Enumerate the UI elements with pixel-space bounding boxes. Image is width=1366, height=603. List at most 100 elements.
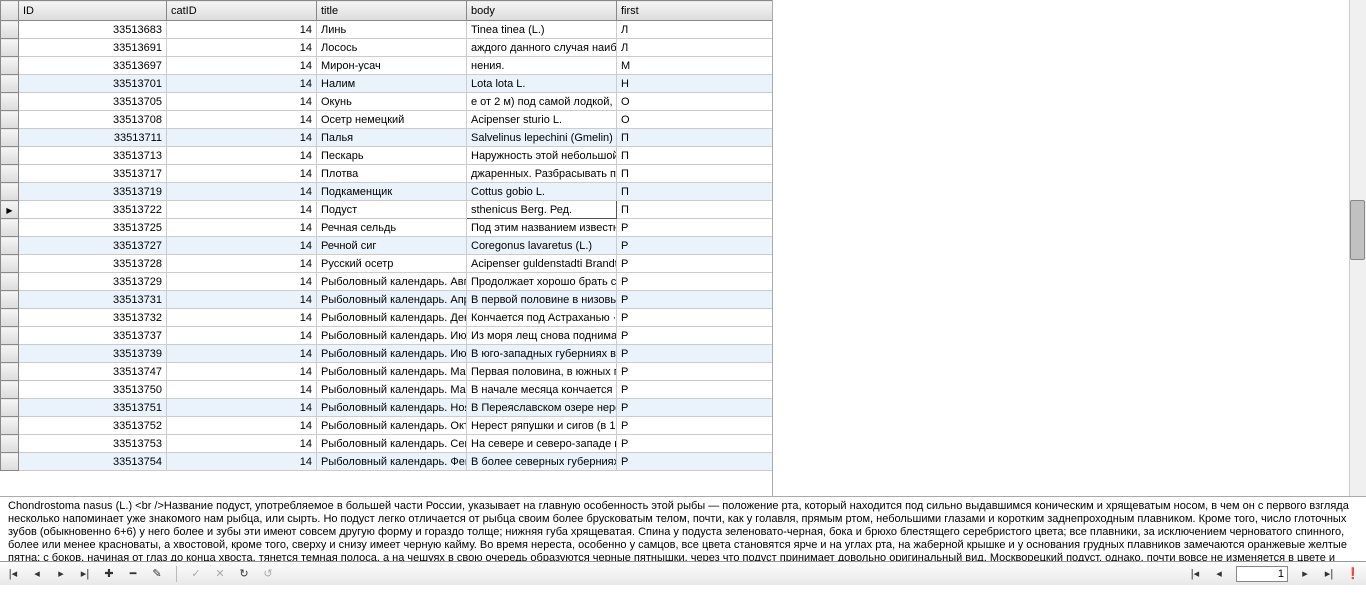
cell-catid[interactable]: 14 (167, 327, 317, 345)
table-row[interactable]: 3351375014Рыболовный календарь. МарВ нач… (1, 381, 774, 399)
row-marker[interactable] (1, 111, 19, 129)
cell-body[interactable]: аждого данного случая наиб (467, 39, 617, 57)
cell-id[interactable]: 33513732 (19, 309, 167, 327)
row-marker[interactable] (1, 381, 19, 399)
cell-body[interactable]: В более северных губерниях (467, 453, 617, 471)
row-marker[interactable] (1, 165, 19, 183)
cell-body[interactable]: Salvelinus lepechini (Gmelin) (467, 129, 617, 147)
table-row[interactable]: 3351373214Рыболовный календарь. ДекКонча… (1, 309, 774, 327)
row-marker[interactable] (1, 345, 19, 363)
cell-first[interactable]: Р (617, 273, 774, 291)
cell-title[interactable]: Рыболовный календарь. Мар (317, 381, 467, 399)
cell-first[interactable]: Р (617, 363, 774, 381)
table-row[interactable]: 3351369114Лососьаждого данного случая на… (1, 39, 774, 57)
cell-body[interactable]: Продолжает хорошо брать с (467, 273, 617, 291)
cell-id[interactable]: 33513725 (19, 219, 167, 237)
cell-body[interactable]: Cottus gobio L. (467, 183, 617, 201)
cell-id[interactable]: 33513753 (19, 435, 167, 453)
cell-id[interactable]: 33513713 (19, 147, 167, 165)
cell-title[interactable]: Русский осетр (317, 255, 467, 273)
table-row[interactable]: 3351372714Речной сигCoregonus lavaretus … (1, 237, 774, 255)
cell-body[interactable]: sthenicus Berg. Ред. (467, 201, 617, 219)
scrollbar-vertical[interactable] (1349, 0, 1366, 496)
nav-cancel-button[interactable]: ✕ (213, 567, 227, 581)
cell-title[interactable]: Линь (317, 21, 467, 39)
table-row[interactable]: 3351372914Рыболовный календарь. АвгПродо… (1, 273, 774, 291)
table-row[interactable]: 3351375114Рыболовный календарь. НояВ Пер… (1, 399, 774, 417)
cell-id[interactable]: 33513754 (19, 453, 167, 471)
cell-first[interactable]: Р (617, 345, 774, 363)
cell-catid[interactable]: 14 (167, 129, 317, 147)
cell-id[interactable]: 33513751 (19, 399, 167, 417)
cell-title[interactable]: Лосось (317, 39, 467, 57)
table-row[interactable]: 3351372514Речная сельдьПод этим название… (1, 219, 774, 237)
nav-prev2-button[interactable]: ◂ (1212, 567, 1226, 581)
cell-body[interactable]: На севере и северо-западе в (467, 435, 617, 453)
col-header-first[interactable]: first (617, 1, 774, 21)
cell-body[interactable]: Tinea tinea (L.) (467, 21, 617, 39)
cell-catid[interactable]: 14 (167, 165, 317, 183)
cell-first[interactable]: Р (617, 255, 774, 273)
cell-first[interactable]: Р (617, 381, 774, 399)
col-header-title[interactable]: title (317, 1, 467, 21)
cell-first[interactable]: Р (617, 237, 774, 255)
cell-catid[interactable]: 14 (167, 39, 317, 57)
col-header-body[interactable]: body (467, 1, 617, 21)
table-row[interactable]: 3351373914Рыболовный календарь. ИюВ юго-… (1, 345, 774, 363)
cell-id[interactable]: 33513701 (19, 75, 167, 93)
page-input[interactable] (1236, 566, 1288, 582)
cell-catid[interactable]: 14 (167, 255, 317, 273)
row-marker[interactable] (1, 291, 19, 309)
cell-catid[interactable]: 14 (167, 363, 317, 381)
header-row[interactable]: ID catID title body first (1, 1, 774, 21)
cell-body[interactable]: В начале месяца кончается в (467, 381, 617, 399)
cell-title[interactable]: Рыболовный календарь. Окт (317, 417, 467, 435)
nav-bookmark-button[interactable]: ❗ (1346, 567, 1360, 581)
cell-catid[interactable]: 14 (167, 237, 317, 255)
cell-first[interactable]: П (617, 165, 774, 183)
cell-first[interactable]: М (617, 57, 774, 75)
cell-catid[interactable]: 14 (167, 57, 317, 75)
cell-first[interactable]: Р (617, 453, 774, 471)
cell-first[interactable]: Р (617, 291, 774, 309)
table-row[interactable]: 3351372814Русский осетрAcipenser guldens… (1, 255, 774, 273)
cell-first[interactable]: Л (617, 21, 774, 39)
cell-first[interactable]: Р (617, 219, 774, 237)
cell-first[interactable]: Н (617, 75, 774, 93)
cell-id[interactable]: 33513729 (19, 273, 167, 291)
scrollbar-thumb[interactable] (1350, 200, 1365, 260)
cell-first[interactable]: О (617, 93, 774, 111)
cell-title[interactable]: Рыболовный календарь. Авг (317, 273, 467, 291)
nav-remove-button[interactable]: ━ (126, 567, 140, 581)
cell-id[interactable]: 33513708 (19, 111, 167, 129)
cell-id[interactable]: 33513752 (19, 417, 167, 435)
cell-title[interactable]: Речной сиг (317, 237, 467, 255)
row-marker[interactable] (1, 75, 19, 93)
cell-catid[interactable]: 14 (167, 201, 317, 219)
cell-title[interactable]: Рыболовный календарь. Ию. (317, 327, 467, 345)
cell-catid[interactable]: 14 (167, 273, 317, 291)
cell-title[interactable]: Плотва (317, 165, 467, 183)
cell-body[interactable]: Acipenser guldenstadti Brandt (467, 255, 617, 273)
cell-title[interactable]: Подкаменщик (317, 183, 467, 201)
row-marker[interactable] (1, 309, 19, 327)
nav-last-button[interactable]: ▸| (78, 567, 92, 581)
cell-id[interactable]: 33513728 (19, 255, 167, 273)
cell-title[interactable]: Рыболовный календарь. Ию (317, 345, 467, 363)
cell-catid[interactable]: 14 (167, 75, 317, 93)
row-marker[interactable] (1, 237, 19, 255)
cell-catid[interactable]: 14 (167, 147, 317, 165)
cell-body[interactable]: В первой половине в низовья (467, 291, 617, 309)
cell-title[interactable]: Мирон-усач (317, 57, 467, 75)
cell-catid[interactable]: 14 (167, 111, 317, 129)
nav-last2-button[interactable]: ▸| (1322, 567, 1336, 581)
cell-catid[interactable]: 14 (167, 93, 317, 111)
table-row[interactable]: 3351371114ПальяSalvelinus lepechini (Gme… (1, 129, 774, 147)
table-row[interactable]: 3351374714Рыболовный календарь. МайПерва… (1, 363, 774, 381)
data-grid[interactable]: ID catID title body first 3351368314Линь… (0, 0, 773, 497)
row-marker[interactable] (1, 435, 19, 453)
cell-first[interactable]: П (617, 201, 774, 219)
table-row[interactable]: ▶3351372214Подустsthenicus Berg. Ред.П (1, 201, 774, 219)
table-row[interactable]: 3351368314ЛиньTinea tinea (L.)Л (1, 21, 774, 39)
cell-catid[interactable]: 14 (167, 381, 317, 399)
